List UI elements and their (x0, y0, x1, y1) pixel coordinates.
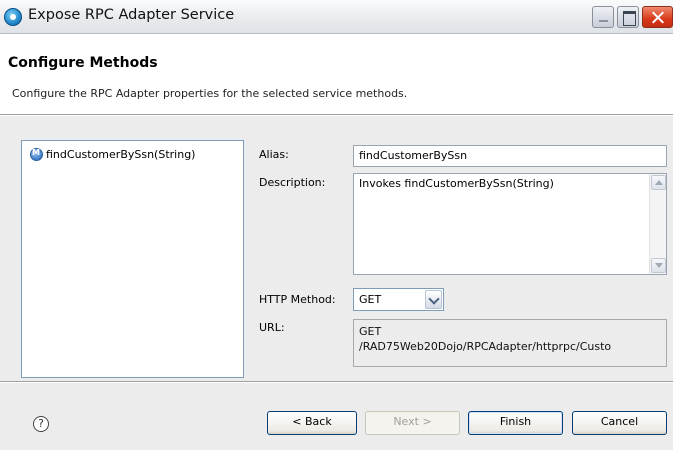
chevron-down-icon[interactable] (425, 290, 442, 309)
method-list[interactable]: findCustomerBySsn(String) (21, 140, 244, 378)
description-value: Invokes findCustomerBySsn(String) (359, 177, 554, 190)
back-button[interactable]: < Back (267, 411, 357, 435)
app-icon (4, 8, 22, 26)
url-field: GET /RAD75Web20Dojo/RPCAdapter/httprpc/C… (353, 319, 667, 367)
next-button[interactable]: Next > (365, 411, 460, 435)
finish-button[interactable]: Finish (468, 411, 563, 435)
url-line-2: /RAD75Web20Dojo/RPCAdapter/httprpc/Custo (359, 340, 612, 353)
list-item[interactable]: findCustomerBySsn(String) (30, 148, 195, 161)
description-scrollbar[interactable] (649, 174, 666, 274)
alias-field[interactable]: findCustomerBySsn (353, 145, 667, 167)
wizard-content: findCustomerBySsn(String) Alias: findCus… (0, 116, 673, 450)
title-bar[interactable]: Expose RPC Adapter Service (0, 0, 673, 34)
alias-value: findCustomerBySsn (359, 149, 468, 162)
method-label: findCustomerBySsn(String) (46, 148, 196, 161)
help-icon[interactable]: ? (33, 416, 49, 432)
scroll-down-icon[interactable] (651, 258, 666, 273)
url-line-1: GET (359, 325, 382, 338)
description-field[interactable]: Invokes findCustomerBySsn(String) (353, 173, 667, 275)
alias-label: Alias: (259, 148, 289, 161)
http-method-value: GET (359, 293, 382, 306)
footer-separator (0, 381, 673, 383)
maximize-button[interactable] (617, 6, 639, 28)
cancel-button[interactable]: Cancel (572, 411, 667, 435)
wizard-header: Configure Methods Configure the RPC Adap… (0, 35, 673, 115)
page-description: Configure the RPC Adapter properties for… (12, 87, 408, 100)
page-title: Configure Methods (8, 55, 158, 71)
url-label: URL: (259, 321, 285, 334)
http-method-select[interactable]: GET (353, 288, 444, 311)
description-label: Description: (259, 176, 326, 189)
window-title: Expose RPC Adapter Service (28, 7, 235, 23)
minimize-button[interactable] (592, 6, 614, 28)
method-icon (30, 148, 43, 161)
http-method-label: HTTP Method: (259, 293, 336, 306)
scroll-up-icon[interactable] (651, 175, 666, 190)
close-button[interactable] (642, 6, 673, 28)
